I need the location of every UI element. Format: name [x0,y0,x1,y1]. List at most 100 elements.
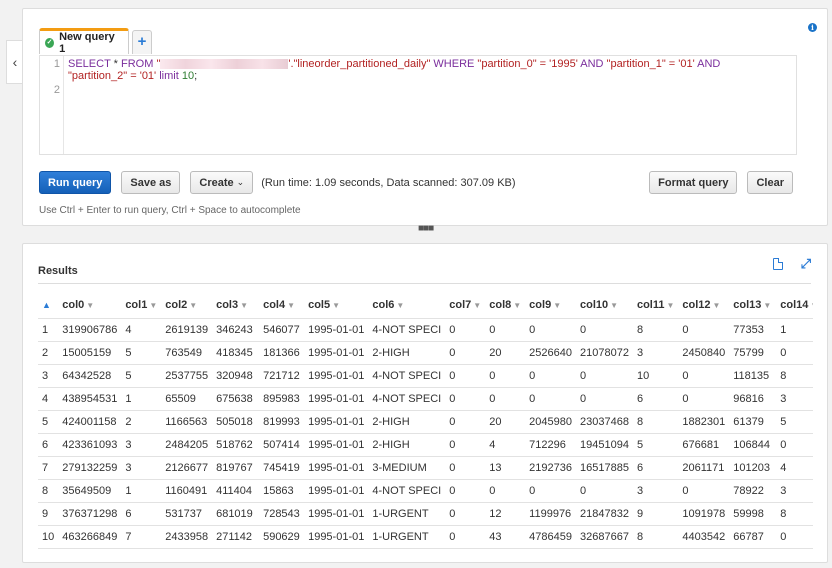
sql-code[interactable]: SELECT * FROM " '."lineorder_partitioned_… [68,58,792,82]
table-cell: 0 [445,364,486,388]
table-cell: 2061171 [678,456,730,480]
table-cell: 1882301 [678,410,730,434]
table-cell: 3 [632,341,679,365]
table-cell: 0 [485,318,526,342]
resize-handle-icon[interactable]: ■■■ [418,224,434,234]
row-number-sort-header[interactable]: ▲ [38,292,59,319]
table-cell: 424001158 [58,410,122,434]
table-cell: 1995-01-01 [304,387,369,411]
table-cell: 0 [678,318,730,342]
sort-caret-icon: ▼ [666,300,675,310]
table-cell: 0 [445,318,486,342]
sort-caret-icon: ▼ [287,300,296,310]
table-cell: 8 [632,410,679,434]
table-cell: 2450840 [678,341,730,365]
tab-new-query-1[interactable]: ✓ New query 1 [39,28,129,55]
table-cell: 1 [121,387,162,411]
collapse-sidebar-button[interactable]: ‹ [6,40,23,84]
table-cell: 590629 [259,525,305,549]
table-cell: 376371298 [58,502,122,526]
table-cell: 1 [121,479,162,503]
table-cell: 106844 [729,433,777,457]
table-cell: 59998 [729,502,777,526]
sql-editor[interactable]: 1 2 SELECT * FROM " '."lineorder_partitio… [39,55,797,155]
sort-caret-icon: ▼ [149,300,158,310]
table-row: 3 64342528 5 2537755 320948 721712 1995-01-01 4… [38,364,813,388]
table-cell: 0 [776,433,813,457]
table-cell: 3 [776,479,813,503]
table-cell: 0 [445,387,486,411]
column-header-col3[interactable]: col3 ▼ [212,292,260,319]
run-query-button[interactable]: Run query [39,171,112,194]
table-cell: 4 [485,433,526,457]
table-cell: 0 [678,364,730,388]
table-cell: 320948 [212,364,260,388]
redacted-database-name [160,59,289,70]
table-cell: 23037468 [576,410,633,434]
table-cell: 77353 [729,318,777,342]
table-cell: 1199976 [525,502,576,526]
table-row: 6 423361093 3 2484205 518762 507414 1995-01-01… [38,433,813,457]
clear-button[interactable]: Clear [747,171,793,194]
table-cell: 12 [485,502,526,526]
table-cell: 763549 [161,341,213,365]
column-header-col0[interactable]: col0 ▼ [58,292,122,319]
table-cell: 712296 [525,433,576,457]
keyboard-hint: Use Ctrl + Enter to run query, Ctrl + Sp… [39,205,301,216]
table-cell: 8 [776,364,813,388]
run-stats: (Run time: 1.09 seconds, Data scanned: 3… [261,176,516,189]
row-number: 4 [38,387,59,411]
table-cell: 0 [485,364,526,388]
column-header-col1[interactable]: col1 ▼ [121,292,162,319]
row-number: 10 [38,525,59,549]
create-dropdown[interactable]: Create ⌄ [190,171,254,194]
sort-caret-icon: ▼ [712,300,721,310]
table-cell: 518762 [212,433,260,457]
column-header-col7[interactable]: col7 ▼ [445,292,486,319]
table-cell: 423361093 [58,433,122,457]
table-cell: 463266849 [58,525,122,549]
sort-caret-icon: ▼ [513,300,522,310]
info-icon[interactable]: i [808,23,817,32]
column-header-col9[interactable]: col9 ▼ [525,292,576,319]
table-cell: 20 [485,341,526,365]
add-tab-button[interactable]: + [132,30,152,54]
table-cell: 1995-01-01 [304,456,369,480]
column-header-col12[interactable]: col12 ▼ [678,292,730,319]
table-cell: 0 [485,387,526,411]
table-row: 1 319906786 4 2619139 346243 546077 1995-01-01… [38,318,813,342]
row-number: 9 [38,502,59,526]
format-query-button[interactable]: Format query [649,171,738,194]
table-cell: 0 [485,479,526,503]
table-cell: 0 [525,318,576,342]
table-cell: 531737 [161,502,213,526]
results-panel: Results ⤢ ▲ col0 ▼ col1 ▼ col2 ▼ col3 ▼ col4 ▼ col… [22,243,828,563]
column-header-col2[interactable]: col2 ▼ [161,292,213,319]
save-as-button[interactable]: Save as [121,171,181,194]
column-header-col13[interactable]: col13 ▼ [729,292,777,319]
table-cell: 346243 [212,318,260,342]
table-cell: 5 [632,433,679,457]
table-cell: 0 [445,525,486,549]
table-cell: 4-NOT SPECI [368,387,446,411]
column-header-col8[interactable]: col8 ▼ [485,292,526,319]
row-number: 5 [38,410,59,434]
table-cell: 0 [576,387,633,411]
column-header-col10[interactable]: col10 ▼ [576,292,633,319]
table-cell: 4786459 [525,525,576,549]
column-header-col5[interactable]: col5 ▼ [304,292,369,319]
table-name: '."lineorder_partitioned_daily" [288,58,431,70]
chevron-left-icon: ‹ [12,54,18,70]
table-cell: 0 [445,410,486,434]
success-check-icon: ✓ [45,37,55,48]
table-cell: 4-NOT SPECI [368,318,446,342]
table-cell: 418345 [212,341,260,365]
table-cell: 21078072 [576,341,633,365]
column-header-col11[interactable]: col11 ▼ [632,292,679,319]
table-cell: 0 [525,479,576,503]
column-header-col6[interactable]: col6 ▼ [368,292,446,319]
table-cell: 65509 [161,387,213,411]
table-cell: 1166563 [161,410,213,434]
column-header-col4[interactable]: col4 ▼ [259,292,305,319]
column-header-col14[interactable]: col14▼ [776,292,813,319]
